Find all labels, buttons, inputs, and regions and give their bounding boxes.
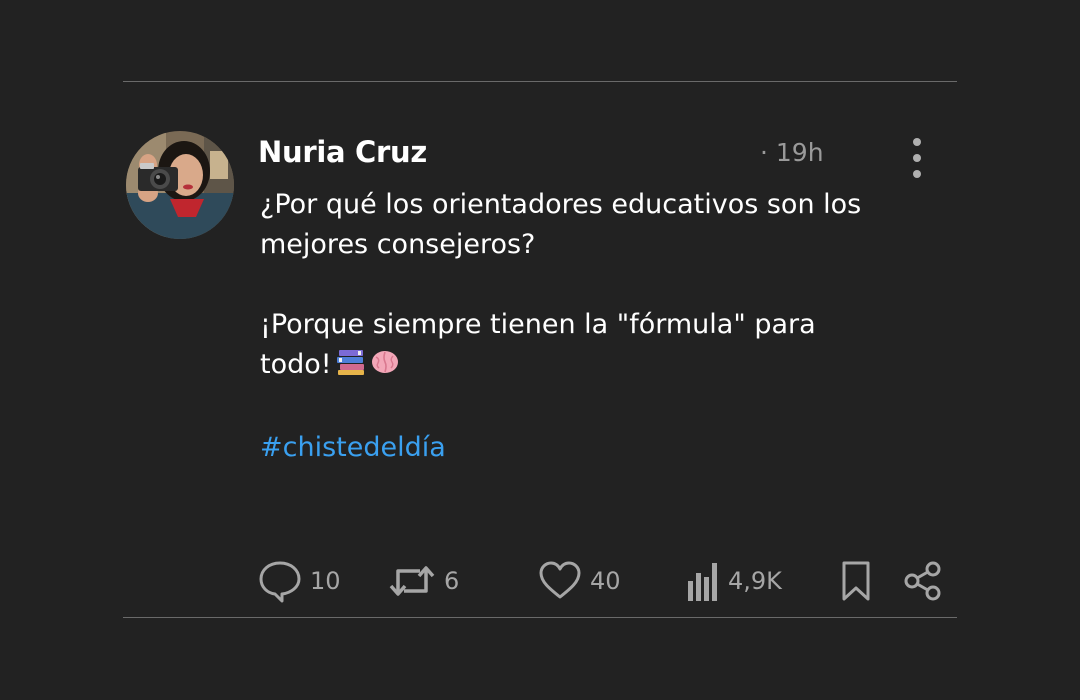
heart-icon xyxy=(539,561,581,599)
views-button[interactable]: 4,9K xyxy=(686,558,782,604)
post-text-line-end: todo! xyxy=(260,349,332,380)
view-count: 4,9K xyxy=(728,567,782,595)
author-name[interactable]: Nuria Cruz xyxy=(258,135,427,169)
post-text-line: mejores consejeros? xyxy=(260,229,536,260)
brain-icon xyxy=(370,348,400,388)
more-options-button[interactable] xyxy=(902,136,932,180)
bookmark-button[interactable] xyxy=(840,558,872,604)
bookmark-icon xyxy=(842,561,870,601)
author-avatar[interactable] xyxy=(126,131,234,239)
post-text-line: ¡Porque siempre tienen la "fórmula" para xyxy=(260,309,816,340)
hashtag-link[interactable]: #chistedeldía xyxy=(260,432,446,463)
share-button[interactable] xyxy=(902,558,942,604)
top-divider xyxy=(123,81,957,82)
reply-icon xyxy=(259,561,301,603)
views-chart-icon xyxy=(688,563,717,601)
reply-count: 10 xyxy=(310,567,341,595)
reply-button[interactable]: 10 xyxy=(258,558,341,604)
bottom-divider xyxy=(123,617,957,618)
repost-count: 6 xyxy=(444,567,460,595)
repost-button[interactable]: 6 xyxy=(388,558,459,604)
repost-icon xyxy=(389,566,435,596)
avatar-photo xyxy=(126,131,234,239)
more-dot-icon xyxy=(913,138,921,146)
post-timestamp[interactable]: · 19h xyxy=(760,138,824,167)
like-button[interactable]: 40 xyxy=(538,558,621,604)
post-text-line: todo! xyxy=(260,345,960,388)
post-text-line: ¿Por qué los orientadores educativos son… xyxy=(260,189,862,220)
post-text: ¿Por qué los orientadores educativos son… xyxy=(260,185,960,388)
like-count: 40 xyxy=(590,567,621,595)
more-dot-icon xyxy=(913,154,921,162)
share-icon xyxy=(904,561,941,601)
books-icon xyxy=(336,348,366,388)
more-dot-icon xyxy=(913,170,921,178)
